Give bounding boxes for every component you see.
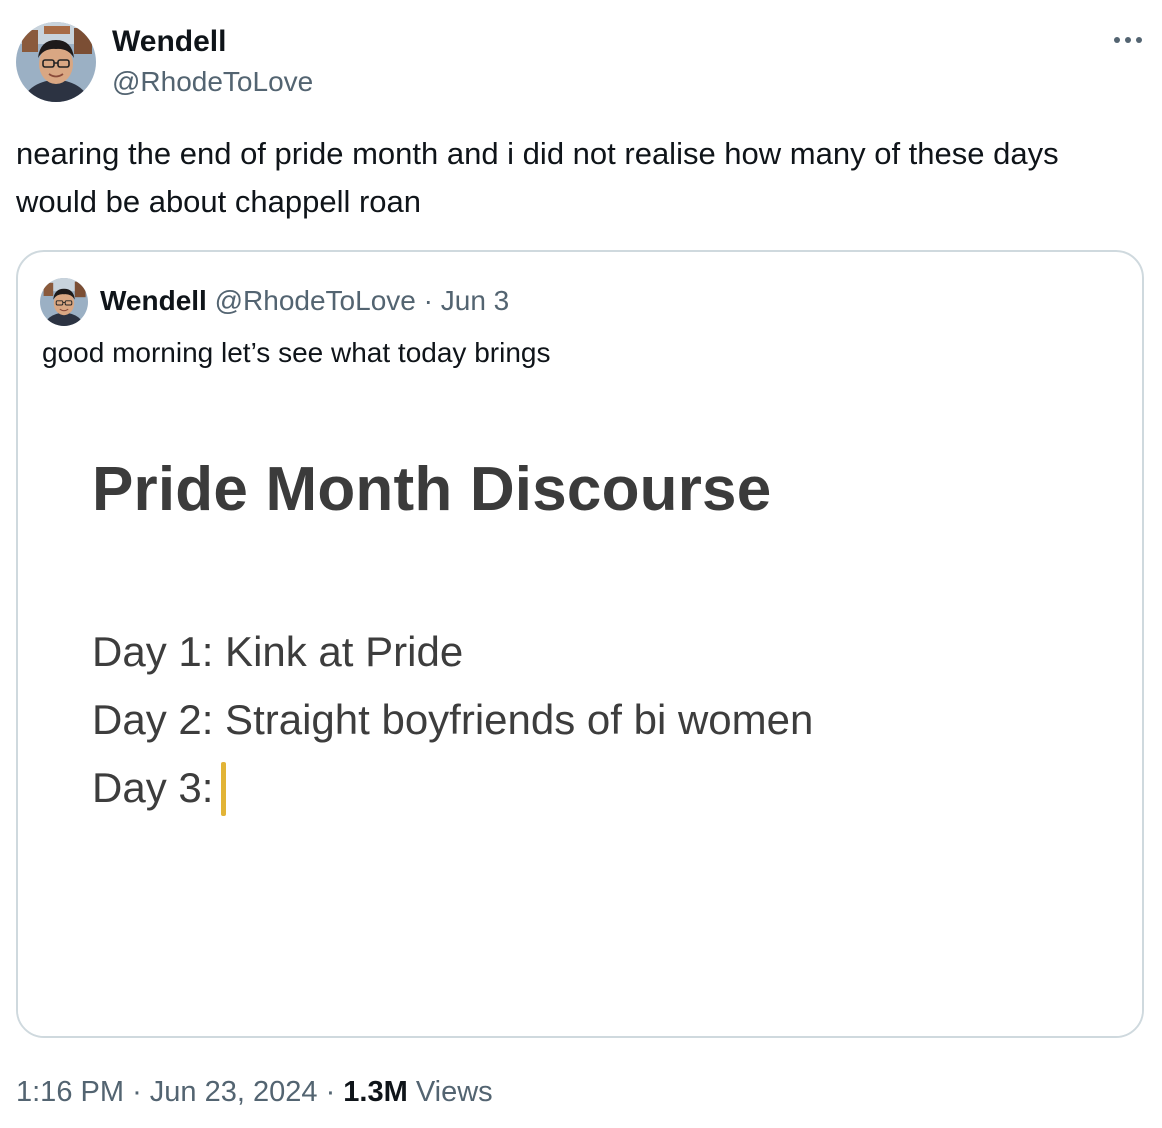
views-count: 1.3M [343, 1076, 408, 1108]
tweet-text: nearing the end of pride month and i did… [16, 136, 1059, 219]
author-avatar[interactable] [16, 22, 96, 102]
meta-separator: · [132, 1076, 142, 1108]
more-horizontal-icon [1114, 37, 1142, 43]
quoted-tweet-header: Wendell @RhodeToLove · Jun 3 [100, 284, 509, 318]
tweet-time[interactable]: 1:16 PM [16, 1076, 124, 1108]
note-line: Day 2: Straight boyfriends of bi women [92, 696, 814, 743]
avatar-photo-icon [16, 22, 96, 102]
author-handle[interactable]: @RhodeToLove [112, 64, 313, 100]
note-line-with-cursor: Day 3: [92, 762, 227, 816]
header-separator: · [423, 285, 433, 316]
author-name[interactable]: Wendell [112, 24, 226, 60]
more-options-button[interactable] [1108, 28, 1148, 52]
views-label: Views [415, 1076, 493, 1108]
quoted-tweet-text: good morning let’s see what today brings [42, 337, 551, 368]
tweet-date[interactable]: Jun 23, 2024 [150, 1076, 318, 1108]
tweet-meta: 1:16 PM · Jun 23, 2024 · 1.3M Views [16, 1072, 493, 1112]
note-title: Pride Month Discourse [92, 455, 772, 524]
avatar-photo-icon [40, 278, 88, 326]
quoted-author-avatar [40, 278, 88, 326]
quoted-tweet-date: Jun 3 [440, 285, 510, 316]
text-cursor [221, 762, 227, 816]
quoted-author-name: Wendell [100, 285, 207, 316]
quoted-tweet-image[interactable]: Pride Month Discourse Day 1: Kink at Pri… [18, 392, 1142, 1036]
meta-separator: · [325, 1076, 336, 1108]
quoted-tweet-card[interactable]: Wendell @RhodeToLove · Jun 3 good mornin… [16, 250, 1144, 1038]
quoted-author-handle: @RhodeToLove [214, 285, 416, 316]
note-line: Day 1: Kink at Pride [92, 628, 464, 675]
note-line-text: Day 3: [92, 764, 214, 811]
